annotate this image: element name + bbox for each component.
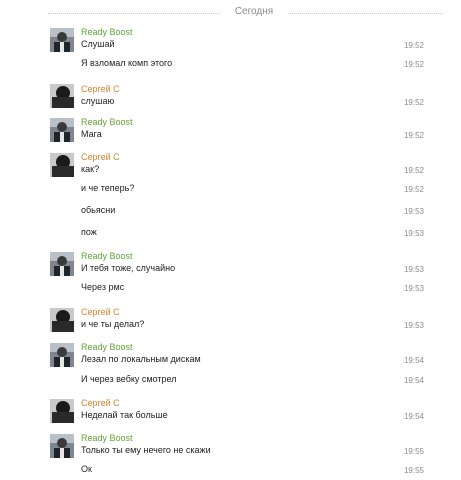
- author-name[interactable]: Ready Boost: [81, 433, 133, 444]
- message-time: 19:52: [403, 60, 424, 69]
- message-text: Неделай так больше: [81, 410, 168, 420]
- avatar-ready-boost[interactable]: [50, 343, 74, 367]
- message-text: Через рмс: [81, 282, 125, 292]
- message-time: 19:52: [403, 185, 424, 194]
- day-separator-label: Сегодня: [234, 6, 274, 17]
- avatar-sergey[interactable]: [50, 399, 74, 423]
- message-text: слушаю: [81, 96, 115, 106]
- message-text: Только ты ему нечего не скажи: [81, 445, 211, 455]
- chat-history: Сегодня Ready Boost Слушай 19:52 Я взлом…: [0, 0, 461, 480]
- day-separator: Сегодня: [48, 6, 443, 20]
- message-time: 19:55: [403, 447, 424, 456]
- author-name[interactable]: Сергей С: [81, 307, 120, 318]
- message-time: 19:53: [403, 321, 424, 330]
- message-time: 19:54: [403, 412, 424, 421]
- avatar-ready-boost[interactable]: [50, 28, 74, 52]
- author-name[interactable]: Ready Boost: [81, 117, 133, 128]
- message-time: 19:52: [403, 131, 424, 140]
- author-name[interactable]: Сергей С: [81, 152, 120, 163]
- message-text: И через вебку смотрел: [81, 374, 177, 384]
- message-text: обьясни: [81, 205, 116, 215]
- message-text: И тебя тоже, случайно: [81, 263, 176, 273]
- separator-line-left: [48, 13, 220, 14]
- message-time: 19:55: [403, 466, 424, 475]
- avatar-sergey[interactable]: [50, 308, 74, 332]
- message-time: 19:54: [403, 356, 424, 365]
- avatar-ready-boost[interactable]: [50, 252, 74, 276]
- message-time: 19:52: [403, 98, 424, 107]
- avatar-sergey[interactable]: [50, 84, 74, 108]
- avatar-ready-boost[interactable]: [50, 434, 74, 458]
- message-time: 19:53: [403, 207, 424, 216]
- message-text: Слушай: [81, 39, 115, 49]
- avatar-ready-boost[interactable]: [50, 118, 74, 142]
- message-time: 19:53: [403, 265, 424, 274]
- author-name[interactable]: Ready Boost: [81, 342, 133, 353]
- message-time: 19:53: [403, 284, 424, 293]
- message-text: Ок: [81, 464, 92, 474]
- author-name[interactable]: Сергей С: [81, 398, 120, 409]
- avatar-sergey[interactable]: [50, 153, 74, 177]
- author-name[interactable]: Ready Boost: [81, 27, 133, 38]
- author-name[interactable]: Ready Boost: [81, 251, 133, 262]
- separator-line-right: [288, 13, 443, 14]
- message-text: Лезал по локальным дискам: [81, 354, 201, 364]
- message-text: и че теперь?: [81, 183, 135, 193]
- author-name[interactable]: Сергей С: [81, 84, 120, 95]
- message-text: и че ты делал?: [81, 319, 145, 329]
- message-time: 19:53: [403, 229, 424, 238]
- message-time: 19:52: [403, 41, 424, 50]
- message-time: 19:54: [403, 376, 424, 385]
- message-text: как?: [81, 164, 100, 174]
- message-text: Я взломал комп этого: [81, 58, 173, 68]
- message-text: Мага: [81, 129, 102, 139]
- message-text: пож: [81, 227, 97, 237]
- message-time: 19:52: [403, 166, 424, 175]
